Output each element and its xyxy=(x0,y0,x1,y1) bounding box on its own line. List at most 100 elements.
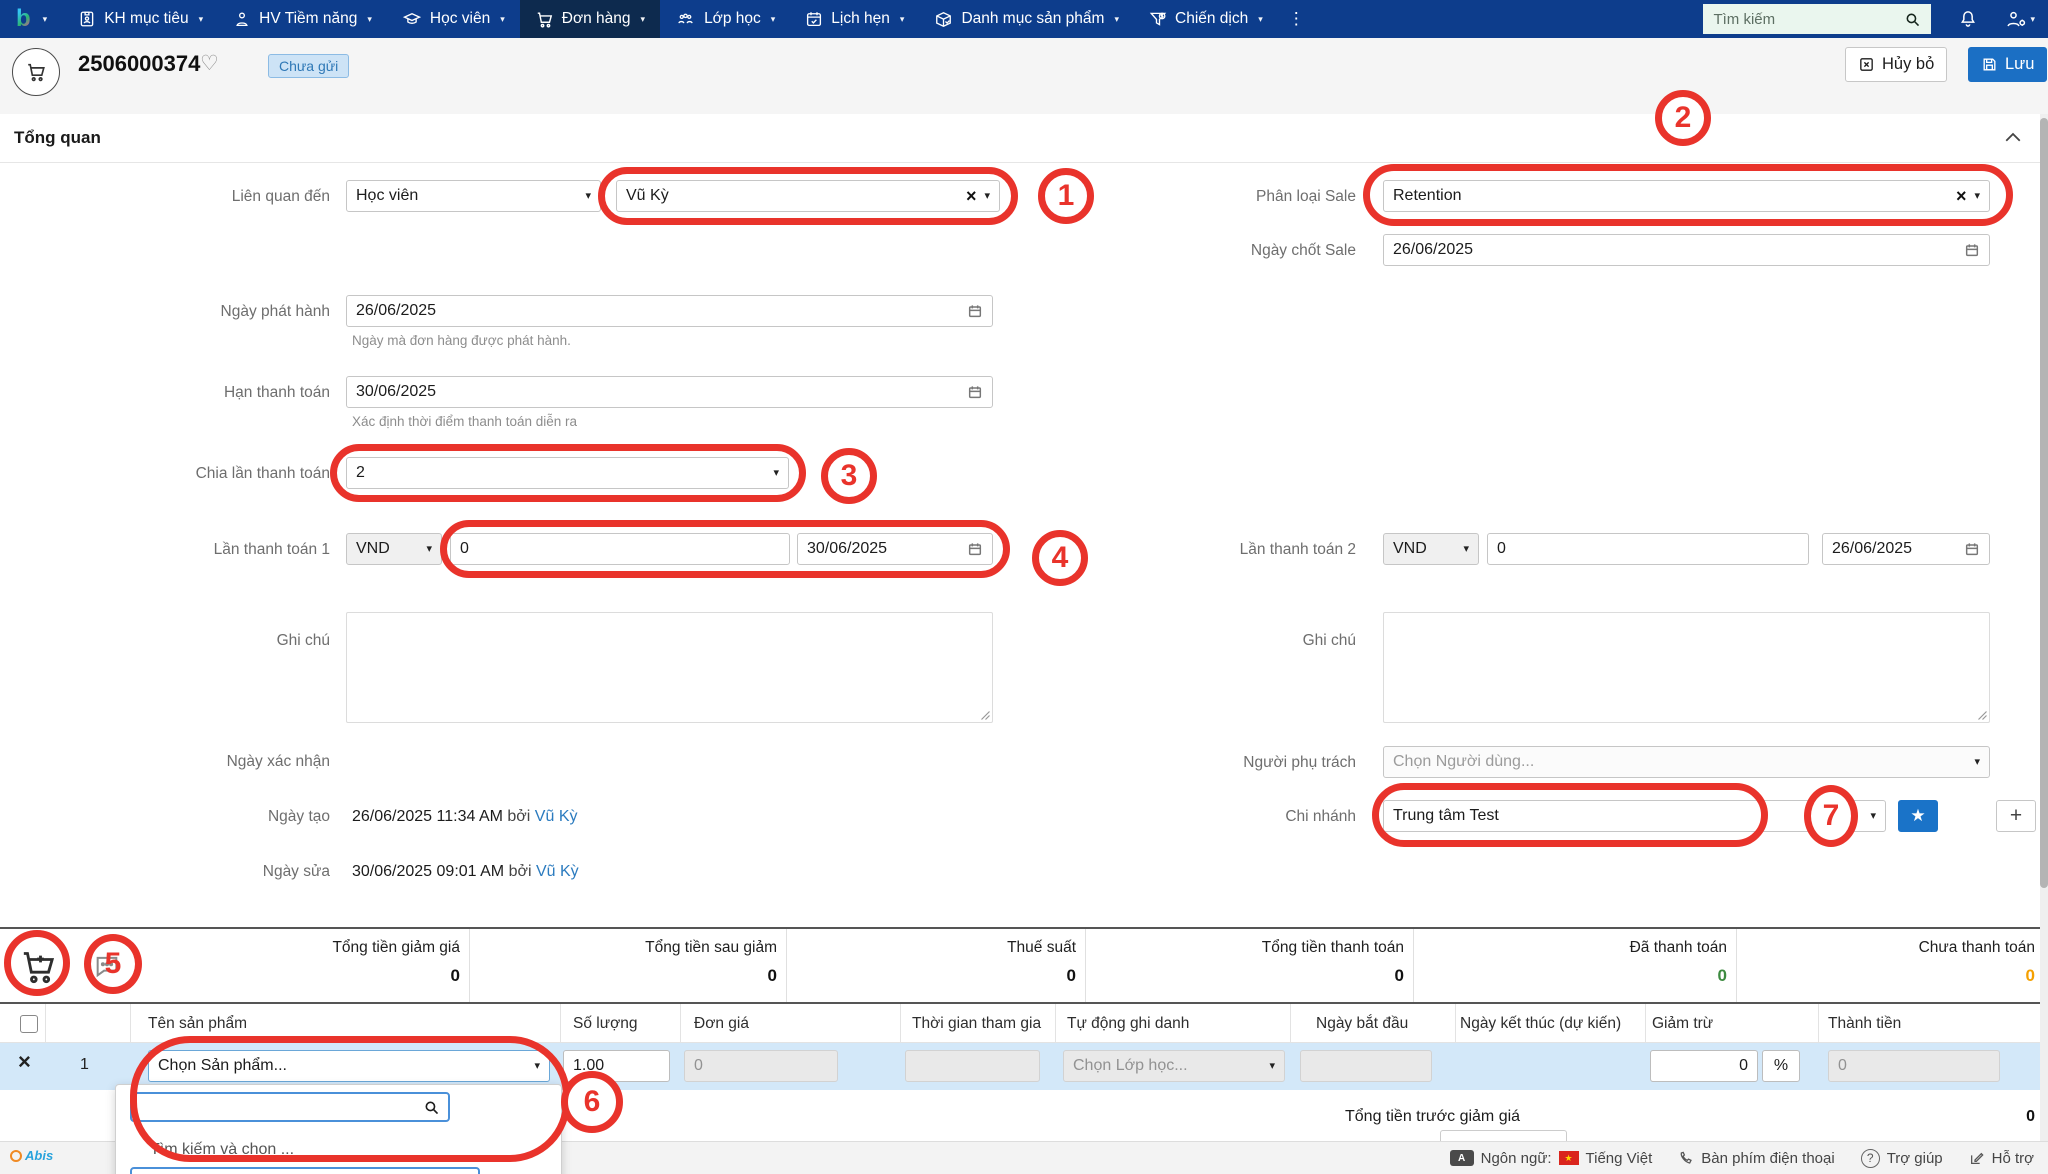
discount-input[interactable]: 0 xyxy=(1650,1050,1758,1082)
vietnam-flag-icon: ★ xyxy=(1558,1151,1579,1165)
sale-type-value: Retention xyxy=(1393,187,1462,204)
branch-select[interactable]: Trung tâm Test ▾ xyxy=(1383,800,1886,832)
chevron-down-icon: ▾ xyxy=(773,466,779,479)
due-date-label: Hạn thanh toán xyxy=(223,384,330,401)
more-menu-icon[interactable]: ⋮ xyxy=(1278,0,1315,38)
footer-links: A Ngôn ngữ: ★ Tiếng Việt Bàn phím điện t… xyxy=(1424,1148,2048,1168)
issue-date-help: Ngày mà đơn hàng được phát hành. xyxy=(352,333,571,348)
order-detail-screen: b ▾ KH mục tiêu ▾ HV Tiềm năng ▾ Học viê… xyxy=(0,0,2048,1174)
col-header-end-date: Ngày kết thúc (dự kiến) xyxy=(1460,1015,1622,1032)
save-button[interactable]: Lưu xyxy=(1968,47,2048,82)
related-contact-select[interactable]: Vũ Kỳ × ▾ xyxy=(616,180,1000,212)
product-dropdown-item[interactable] xyxy=(130,1167,480,1174)
payment2-amount-input[interactable]: 0 xyxy=(1487,533,1809,565)
nav-item-label: KH mục tiêu xyxy=(104,10,189,27)
divider xyxy=(45,1004,46,1043)
nav-item-chien-dich[interactable]: Chiến dịch ▾ xyxy=(1134,0,1278,38)
due-date-input[interactable]: 30/06/2025 xyxy=(346,376,993,408)
payment2-amount-value: 0 xyxy=(1497,540,1506,557)
nav-item-kh-muc-tieu[interactable]: KH mục tiêu ▾ xyxy=(63,0,218,38)
confirm-date-label: Ngày xác nhận xyxy=(226,753,330,770)
payment2-date-input[interactable]: 26/06/2025 xyxy=(1822,533,1990,565)
product-dropdown-panel: Tìm kiếm và chọn ... xyxy=(115,1084,562,1174)
payment1-label: Lần thanh toán 1 xyxy=(213,541,330,558)
chat-bubble-icon[interactable] xyxy=(92,952,122,980)
order-id: 2506000374 xyxy=(78,51,201,76)
nav-item-don-hang[interactable]: Đơn hàng ▾ xyxy=(519,0,661,38)
summary-label: Tổng tiền thanh toán xyxy=(1261,939,1404,956)
brand-b-icon: b xyxy=(16,5,31,32)
product-search-input[interactable] xyxy=(130,1092,450,1122)
clear-icon[interactable]: × xyxy=(966,187,977,205)
related-contact-value: Vũ Kỳ xyxy=(626,187,669,204)
payment2-currency-select[interactable]: VND ▾ xyxy=(1383,533,1479,565)
user-settings-icon[interactable]: ▾ xyxy=(1991,0,2048,38)
split-payment-select[interactable]: 2 ▾ xyxy=(346,457,789,489)
clear-icon[interactable]: × xyxy=(1956,187,1967,205)
remove-row-icon[interactable]: × xyxy=(18,1051,31,1073)
chevron-down-icon: ▾ xyxy=(198,13,204,24)
totals-summary-bar: Tổng tiền giảm giá 0 Tổng tiền sau giảm … xyxy=(0,927,2048,1004)
abis-logo-icon xyxy=(10,1149,22,1162)
notifications-bell-icon[interactable] xyxy=(1945,0,1991,38)
payment1-currency-select[interactable]: VND ▾ xyxy=(346,533,442,565)
modified-user-link[interactable]: Vũ Kỳ xyxy=(536,863,579,880)
help-link[interactable]: ? Trợ giúp xyxy=(1860,1148,1943,1168)
qty-input[interactable]: 1.00 xyxy=(563,1050,670,1082)
payment2-label: Lần thanh toán 2 xyxy=(1239,541,1356,558)
abis-logo: Abis xyxy=(10,1148,53,1163)
modified-datetime: 30/06/2025 09:01 AM xyxy=(352,863,505,880)
resize-handle-icon[interactable] xyxy=(980,710,990,720)
search-placeholder: Tìm kiếm xyxy=(1713,10,1776,28)
scrollbar-thumb[interactable] xyxy=(2040,118,2048,888)
cart-plus-icon[interactable] xyxy=(18,946,58,986)
phone-keypad-link[interactable]: Bàn phím điện thoại xyxy=(1678,1149,1835,1167)
global-search-input[interactable]: Tìm kiếm xyxy=(1703,4,1932,34)
modified-date-value: 30/06/2025 09:01 AM bởi Vũ Kỳ xyxy=(352,863,579,881)
support-link[interactable]: Hỗ trợ xyxy=(1969,1150,2034,1167)
chevron-down-icon: ▾ xyxy=(42,13,48,24)
assignee-placeholder: Chọn Người dùng... xyxy=(1393,753,1535,770)
divider xyxy=(469,929,470,1002)
sale-close-date-value: 26/06/2025 xyxy=(1393,241,1474,258)
select-all-checkbox[interactable] xyxy=(20,1015,38,1033)
payment2-currency-value: VND xyxy=(1393,540,1427,557)
chevron-down-icon: ▾ xyxy=(500,13,505,24)
section-title: Tổng quan xyxy=(14,128,101,147)
phone-keypad-label: Bàn phím điện thoại xyxy=(1701,1149,1835,1167)
nav-item-label: Chiến dịch xyxy=(1175,10,1249,27)
collapse-chevron-up-icon[interactable] xyxy=(2004,130,2022,144)
assignee-select[interactable]: Chọn Người dùng... ▾ xyxy=(1383,746,1990,778)
nav-item-label: HV Tiềm năng xyxy=(259,10,358,27)
summary-value: 0 xyxy=(1066,966,1076,985)
issue-date-input[interactable]: 26/06/2025 xyxy=(346,295,993,327)
language-switcher[interactable]: A Ngôn ngữ: ★ Tiếng Việt xyxy=(1449,1150,1652,1167)
app-logo[interactable]: b ▾ xyxy=(0,0,63,38)
nav-item-lich-hen[interactable]: Lịch hẹn ▾ xyxy=(790,0,919,38)
divider xyxy=(1413,929,1414,1002)
class-select[interactable]: Chọn Lớp học... ▾ xyxy=(1063,1050,1285,1082)
branch-add-button[interactable]: + xyxy=(1996,800,2036,832)
branch-value: Trung tâm Test xyxy=(1393,807,1499,824)
created-user-link[interactable]: Vũ Kỳ xyxy=(535,808,578,825)
payment1-date-value: 30/06/2025 xyxy=(807,540,888,557)
graduation-cap-icon xyxy=(402,13,422,24)
note-right-textarea[interactable] xyxy=(1383,612,1990,723)
related-type-select[interactable]: Học viên ▾ xyxy=(346,180,601,212)
payment1-date-input[interactable]: 30/06/2025 xyxy=(797,533,993,565)
abis-logo-text: Abis xyxy=(25,1148,54,1163)
resize-handle-icon[interactable] xyxy=(1977,710,1987,720)
payment1-amount-input[interactable]: 0 xyxy=(450,533,790,565)
favorite-heart-icon[interactable]: ♡ xyxy=(200,51,219,76)
sale-type-select[interactable]: Retention × ▾ xyxy=(1383,180,1990,212)
sale-close-date-input[interactable]: 26/06/2025 xyxy=(1383,234,1990,266)
cancel-button[interactable]: Hủy bỏ xyxy=(1845,47,1948,82)
branch-favorite-button[interactable]: ★ xyxy=(1898,800,1938,832)
divider xyxy=(1055,1004,1056,1043)
nav-item-danh-muc-san-pham[interactable]: Danh mục sản phẩm ▾ xyxy=(919,0,1134,38)
nav-item-lop-hoc[interactable]: Lớp học ▾ xyxy=(660,0,790,38)
note-left-textarea[interactable] xyxy=(346,612,993,723)
product-select[interactable]: Chọn Sản phẩm... ▾ xyxy=(148,1050,550,1082)
nav-item-hoc-vien[interactable]: Học viên ▾ xyxy=(387,0,520,38)
nav-item-hv-tiem-nang[interactable]: HV Tiềm năng ▾ xyxy=(218,0,387,38)
